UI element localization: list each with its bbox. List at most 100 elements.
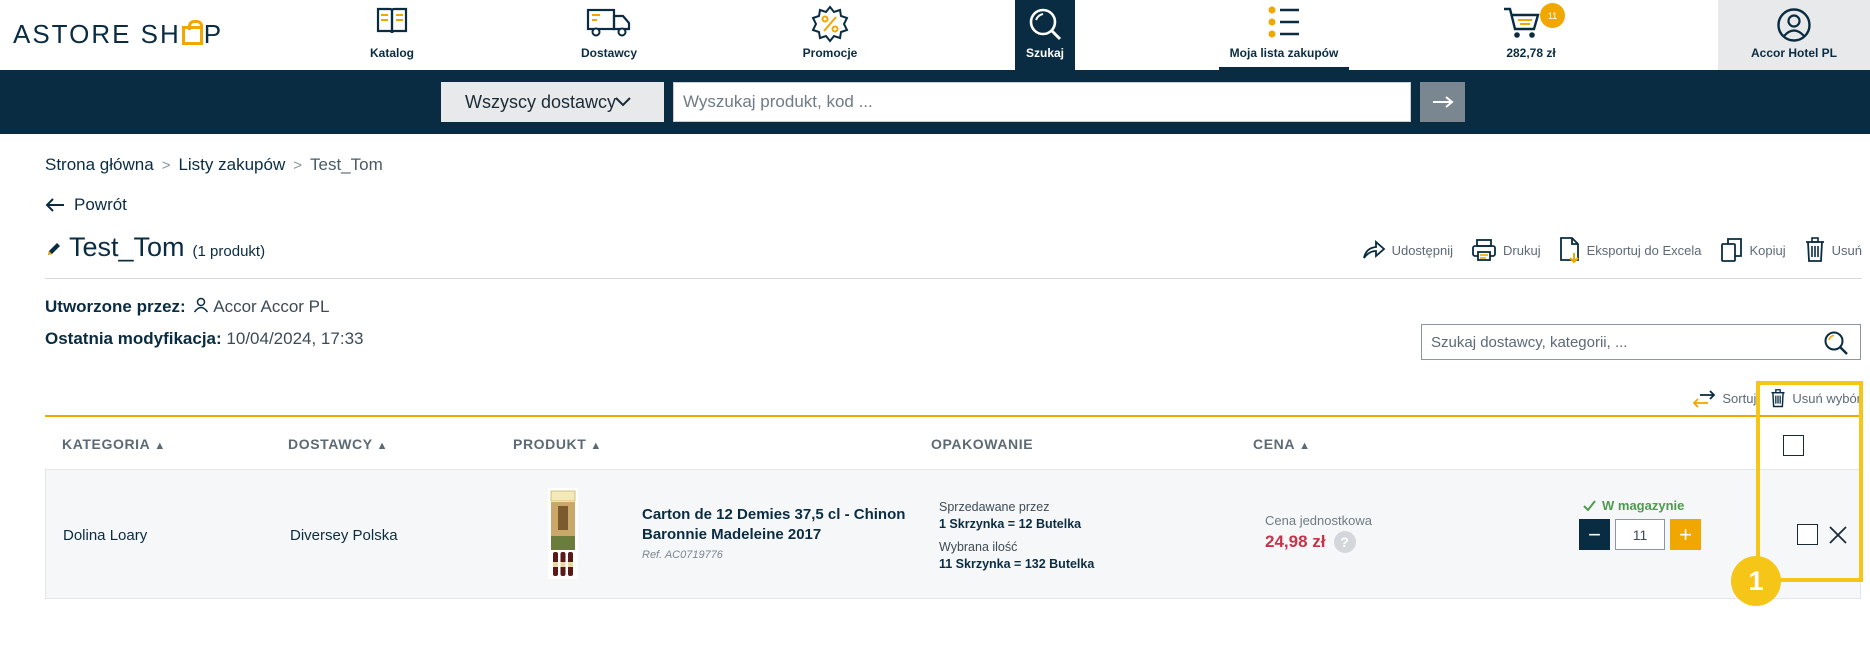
annotation-badge: 1 bbox=[1731, 556, 1781, 606]
cart-icon bbox=[1504, 7, 1540, 38]
logo-text-end: P bbox=[203, 19, 224, 49]
column-header-supplier-label: DOSTAWCY bbox=[288, 436, 373, 452]
sort-arrows-icon bbox=[1693, 389, 1716, 408]
nav-account[interactable]: Accor Hotel PL bbox=[1718, 0, 1870, 70]
list-icon bbox=[1268, 6, 1299, 38]
search-icon bbox=[1029, 8, 1062, 41]
created-by-value: Accor Accor PL bbox=[213, 297, 330, 316]
sold-by-value: 1 Skrzynka = 12 Butelka bbox=[939, 517, 1082, 531]
shopping-bag-icon bbox=[181, 20, 203, 45]
top-navigation: ASTORE SH P Katalog Dostawcy Promocje Sz… bbox=[0, 0, 1870, 70]
search-icon[interactable] bbox=[1823, 330, 1849, 356]
sort-label: Sortuj bbox=[1722, 391, 1757, 406]
sort-asc-icon: ▲ bbox=[1299, 440, 1311, 452]
back-label: Powrót bbox=[74, 195, 127, 214]
astore-logo[interactable]: ASTORE SH P bbox=[13, 19, 223, 50]
share-label: Udostępnij bbox=[1391, 242, 1454, 258]
increase-quantity-button[interactable]: + bbox=[1670, 519, 1701, 550]
arrow-left-icon bbox=[45, 198, 64, 212]
breadcrumb: Strona główna > Listy zakupów > Test_Tom bbox=[45, 155, 383, 175]
last-modified-value: 10/04/2024, 17:33 bbox=[226, 329, 364, 348]
nav-shopping-list[interactable]: Moja lista zakupów bbox=[1219, 0, 1349, 70]
list-title-row: Test_Tom (1 produkt) bbox=[45, 232, 265, 263]
nav-szukaj-label: Szukaj bbox=[1025, 46, 1064, 60]
sort-button[interactable]: Sortuj bbox=[1692, 389, 1756, 408]
print-label: Drukuj bbox=[1503, 242, 1541, 258]
product-thumbnail[interactable] bbox=[548, 488, 578, 579]
nav-katalog[interactable]: Katalog bbox=[352, 0, 432, 70]
column-header-packaging: OPAKOWANIE bbox=[931, 436, 1034, 452]
packaging-info: Sprzedawane przez 1 Skrzynka = 12 Butelk… bbox=[939, 499, 1094, 573]
book-icon bbox=[376, 7, 408, 34]
shopping-list-table: KATEGORIA ▲ DOSTAWCY ▲ PRODUKT ▲ OPAKOWANIE… bbox=[45, 415, 1861, 599]
selected-qty-value: 11 Skrzynka = 132 Butelka bbox=[939, 557, 1095, 571]
quantity-stepper: − + bbox=[1579, 519, 1701, 550]
export-file-icon bbox=[1559, 237, 1579, 264]
share-icon bbox=[1362, 240, 1385, 259]
column-header-price[interactable]: CENA ▲ bbox=[1253, 436, 1311, 452]
arrow-right-icon bbox=[1432, 96, 1454, 108]
check-icon bbox=[1583, 500, 1596, 511]
supplier-dropdown[interactable]: Wszyscy dostawcy bbox=[441, 82, 664, 122]
nav-shopping-list-label: Moja lista zakupów bbox=[1229, 46, 1339, 60]
delete-list-button[interactable]: Usuń bbox=[1804, 237, 1862, 263]
product-search-input[interactable] bbox=[673, 82, 1411, 122]
product-name[interactable]: Carton de 12 Demies 37,5 cl - Chinon Bar… bbox=[642, 505, 912, 545]
divider bbox=[45, 278, 1862, 279]
row-category: Dolina Loary bbox=[63, 527, 148, 544]
table-header: KATEGORIA ▲ DOSTAWCY ▲ PRODUKT ▲ OPAKOWANIE… bbox=[45, 415, 1861, 469]
list-title: Test_Tom bbox=[69, 232, 185, 262]
help-icon[interactable]: ? bbox=[1333, 531, 1356, 553]
edit-pencil-icon[interactable] bbox=[45, 240, 63, 258]
delete-label: Usuń bbox=[1831, 242, 1862, 258]
quantity-input[interactable] bbox=[1615, 519, 1665, 550]
truck-icon bbox=[586, 8, 631, 37]
share-button[interactable]: Udostępnij bbox=[1362, 240, 1453, 260]
nav-promocje-label: Promocje bbox=[802, 46, 858, 60]
user-account-icon bbox=[1777, 8, 1811, 42]
column-header-supplier[interactable]: DOSTAWCY ▲ bbox=[288, 436, 388, 452]
nav-katalog-label: Katalog bbox=[369, 46, 414, 60]
product-info: Carton de 12 Demies 37,5 cl - Chinon Bar… bbox=[642, 505, 912, 561]
unit-price: 24,98 zł ? bbox=[1265, 531, 1372, 553]
search-submit-button[interactable] bbox=[1420, 82, 1465, 122]
export-excel-button[interactable]: Eksportuj do Excela bbox=[1559, 236, 1702, 264]
last-modified: Ostatnia modyfikacja: 10/04/2024, 17:33 bbox=[45, 329, 363, 349]
logo-text: ASTORE SH bbox=[13, 19, 181, 49]
breadcrumb-current: Test_Tom bbox=[310, 155, 383, 174]
selected-qty-label: Wybrana ilość bbox=[939, 540, 1018, 554]
export-label: Eksportuj do Excela bbox=[1586, 242, 1702, 258]
search-bar: Wszyscy dostawcy bbox=[0, 70, 1870, 134]
chevron-down-icon bbox=[615, 97, 631, 107]
list-filter-input[interactable] bbox=[1421, 324, 1861, 360]
promo-badge-icon bbox=[811, 5, 849, 43]
column-header-category[interactable]: KATEGORIA ▲ bbox=[62, 436, 166, 452]
cart-total: 282,78 zł bbox=[1506, 46, 1556, 60]
price-info: Cena jednostkowa 24,98 zł ? bbox=[1265, 513, 1372, 553]
unit-price-value: 24,98 zł bbox=[1265, 532, 1326, 551]
breadcrumb-shopping-lists[interactable]: Listy zakupów bbox=[178, 155, 285, 175]
column-header-product[interactable]: PRODUKT ▲ bbox=[513, 436, 602, 452]
nav-cart[interactable]: 11 282,78 zł bbox=[1500, 0, 1565, 70]
sort-asc-icon: ▲ bbox=[154, 440, 166, 452]
account-name: Accor Hotel PL bbox=[1750, 46, 1837, 60]
column-header-price-label: CENA bbox=[1253, 436, 1296, 452]
trash-icon bbox=[1805, 237, 1824, 262]
list-actions: Udostępnij Drukuj Eksportuj do Excela Ko… bbox=[1362, 236, 1862, 264]
decrease-quantity-button[interactable]: − bbox=[1579, 519, 1610, 550]
breadcrumb-home[interactable]: Strona główna bbox=[45, 155, 154, 175]
breadcrumb-separator: > bbox=[161, 156, 171, 174]
back-link[interactable]: Powrót bbox=[45, 195, 127, 215]
nav-szukaj[interactable]: Szukaj bbox=[1015, 0, 1075, 70]
print-button[interactable]: Drukuj bbox=[1471, 238, 1541, 262]
nav-promocje[interactable]: Promocje bbox=[790, 0, 870, 70]
highlight-box bbox=[1756, 381, 1863, 582]
last-modified-label: Ostatnia modyfikacja: bbox=[45, 329, 222, 348]
created-by: Utworzone przez: Accor Accor PL bbox=[45, 297, 329, 317]
column-header-category-label: KATEGORIA bbox=[62, 436, 151, 452]
copy-label: Kopiuj bbox=[1749, 242, 1786, 258]
copy-button[interactable]: Kopiuj bbox=[1720, 237, 1786, 263]
copy-icon bbox=[1720, 238, 1742, 262]
quantity-block: W magazynie − + bbox=[1579, 498, 1701, 550]
nav-dostawcy[interactable]: Dostawcy bbox=[565, 0, 653, 70]
